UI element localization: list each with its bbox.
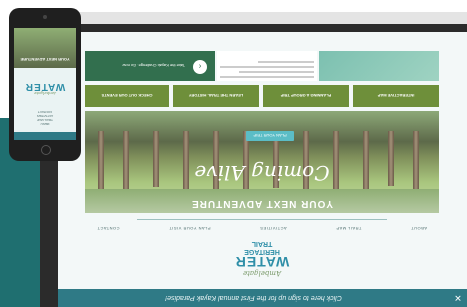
main-nav: ABOUT TRAIL MAP ACTIVITIES PLAN YOUR VIS… [97, 221, 427, 231]
laptop-top-bezel [40, 12, 467, 24]
quick-link-label: CHECK OUT OUR EVENTS [101, 93, 153, 99]
phone-logo-main: WATER [24, 81, 66, 92]
promo-banner[interactable]: ✕ Click here to sign up for the First an… [58, 289, 467, 307]
text-card [217, 51, 317, 81]
quick-link-label: PLANNING A GROUP TRIP [280, 93, 332, 99]
nav-divider [137, 219, 387, 220]
quick-link-label: LEARN THE TRAIL HISTORY [188, 93, 244, 99]
arrow-icon: ‹ [193, 60, 207, 74]
phone-hero-image [14, 28, 76, 68]
hero-script-title: Coming Alive [194, 161, 330, 185]
hero-image: YOUR NEXT ADVENTURE Coming Alive PLAN YO… [85, 111, 439, 213]
hero-title: YOUR NEXT ADVENTURE [191, 198, 333, 209]
website-rotated: ✕ Click here to sign up for the First an… [58, 32, 467, 307]
logo-main-text: WATER [234, 254, 290, 270]
quick-link-label: INTERACTIVE MAP [377, 93, 415, 99]
kayak-promo-card[interactable]: ‹ Take the Kayak Challenge. Go now [85, 51, 215, 81]
close-icon[interactable]: ✕ [449, 289, 467, 307]
phone-nav-item[interactable]: MENU [14, 122, 76, 126]
quick-link-trail-history[interactable]: LEARN THE TRAIL HISTORY [173, 85, 259, 107]
phone-nav: MENU TRAIL MAP ACTIVITIES CONTACT [14, 110, 76, 126]
nav-item-contact[interactable]: CONTACT [97, 221, 120, 231]
quick-link-events[interactable]: CHECK OUT OUR EVENTS [85, 85, 169, 107]
text-line [220, 66, 314, 68]
phone-nav-item[interactable]: CONTACT [14, 110, 76, 114]
phone-website-rotated: MENU TRAIL MAP ACTIVITIES CONTACT Ambelg… [14, 28, 76, 140]
text-line [257, 61, 314, 63]
text-line [238, 71, 314, 73]
logo-tag-text: TRAIL [251, 240, 273, 247]
logo-script-text: Ambelgate [242, 269, 282, 277]
phone-nav-item[interactable]: TRAIL MAP [14, 118, 76, 122]
nav-item-activities[interactable]: ACTIVITIES [260, 221, 287, 231]
laptop-screen: ✕ Click here to sign up for the First an… [58, 32, 467, 307]
phone-hero-title: YOUR NEXT ADVENTURE [20, 57, 70, 62]
phone-screen: MENU TRAIL MAP ACTIVITIES CONTACT Ambelg… [14, 28, 76, 140]
nav-item-trail-map[interactable]: TRAIL MAP [336, 221, 361, 231]
phone-logo[interactable]: Ambelgate WATER [14, 81, 76, 96]
nav-item-about[interactable]: ABOUT [411, 221, 427, 231]
kayak-promo-text: Take the Kayak Challenge. Go now [122, 63, 185, 69]
map-pattern-card[interactable] [319, 51, 439, 81]
quick-link-interactive-map[interactable]: INTERACTIVE MAP [353, 85, 439, 107]
phone-home-button[interactable] [41, 145, 51, 155]
quick-link-group-trip[interactable]: PLANNING A GROUP TRIP [263, 85, 349, 107]
plan-trip-button[interactable]: PLAN YOUR TRIP [246, 131, 294, 141]
phone-camera [43, 15, 47, 19]
nav-item-plan-visit[interactable]: PLAN YOUR VISIT [169, 221, 211, 231]
site-logo[interactable]: Ambelgate WATER HERITAGE TRAIL [232, 239, 292, 277]
phone-nav-item[interactable]: ACTIVITIES [14, 114, 76, 118]
phone-promo-bar[interactable] [14, 132, 76, 140]
text-line [220, 76, 314, 78]
promo-banner-text: Click here to sign up for the First annu… [165, 294, 342, 302]
